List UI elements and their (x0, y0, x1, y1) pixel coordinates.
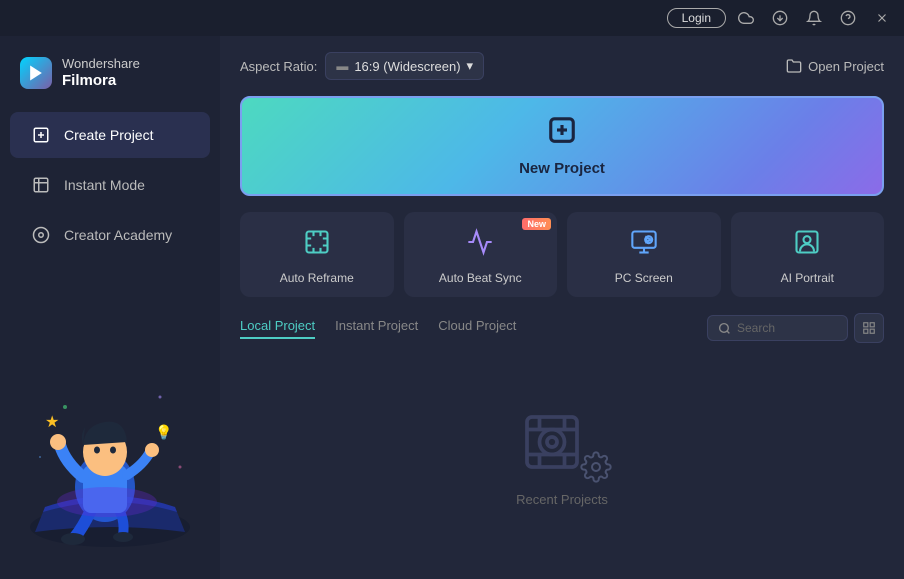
new-badge: New (522, 218, 551, 230)
close-button[interactable] (868, 4, 896, 32)
login-button[interactable]: Login (667, 8, 726, 28)
aspect-ratio-label: Aspect Ratio: (240, 59, 317, 74)
recent-projects-label: Recent Projects (516, 492, 608, 507)
auto-reframe-icon (303, 228, 331, 263)
creator-academy-icon (30, 224, 52, 246)
instant-mode-icon (30, 174, 52, 196)
auto-reframe-card[interactable]: Auto Reframe (240, 212, 394, 297)
instant-mode-label: Instant Mode (64, 177, 145, 193)
bell-icon[interactable] (800, 4, 828, 32)
download-icon[interactable] (766, 4, 794, 32)
folder-icon (786, 58, 802, 74)
project-tabs: Local Project Instant Project Cloud Proj… (240, 318, 516, 339)
product-name: Filmora (62, 72, 140, 90)
ai-portrait-label: AI Portrait (781, 271, 834, 285)
logo-area: Wondershare Filmora (0, 48, 220, 110)
auto-reframe-label: Auto Reframe (280, 271, 354, 285)
svg-text:💡: 💡 (155, 424, 172, 441)
tab-local-project[interactable]: Local Project (240, 318, 315, 339)
open-project-button[interactable]: Open Project (786, 58, 884, 74)
quick-actions: Auto Reframe New Auto Beat Sync PC Scree… (240, 212, 884, 297)
projects-header: Local Project Instant Project Cloud Proj… (240, 313, 884, 343)
aspect-ratio-group: Aspect Ratio: ▬ 16:9 (Widescreen) ▾ (240, 52, 484, 80)
aspect-ratio-value: 16:9 (Widescreen) (354, 59, 460, 74)
sidebar-item-creator-academy[interactable]: Creator Academy (10, 212, 210, 258)
auto-beat-sync-card[interactable]: New Auto Beat Sync (404, 212, 558, 297)
create-project-icon (30, 124, 52, 146)
monitor-icon: ▬ (336, 59, 348, 73)
ai-portrait-card[interactable]: AI Portrait (731, 212, 885, 297)
auto-beat-sync-label: Auto Beat Sync (439, 271, 522, 285)
auto-beat-sync-icon (466, 228, 494, 263)
brand-name: Wondershare (62, 56, 140, 72)
tab-cloud-project[interactable]: Cloud Project (438, 318, 516, 339)
grid-view-button[interactable] (854, 313, 884, 343)
main-layout: Wondershare Filmora Create Project Insta… (0, 36, 904, 579)
logo-icon (20, 57, 52, 89)
projects-section: Local Project Instant Project Cloud Proj… (240, 313, 884, 563)
film-icon-wrap (522, 412, 602, 482)
chevron-down-icon: ▾ (467, 58, 474, 74)
new-project-label: New Project (519, 160, 605, 177)
search-bar (707, 313, 884, 343)
sidebar-illustration: ★ 💡 (0, 347, 220, 567)
titlebar: Login (0, 0, 904, 36)
creator-academy-label: Creator Academy (64, 227, 172, 243)
svg-text:★: ★ (45, 414, 59, 431)
new-project-plus-icon (547, 115, 577, 152)
new-project-banner[interactable]: New Project (240, 96, 884, 196)
content-area: Aspect Ratio: ▬ 16:9 (Widescreen) ▾ Open… (220, 36, 904, 579)
topbar: Aspect Ratio: ▬ 16:9 (Widescreen) ▾ Open… (240, 52, 884, 80)
tab-instant-project[interactable]: Instant Project (335, 318, 418, 339)
empty-state: Recent Projects (240, 355, 884, 563)
cloud-icon[interactable] (732, 4, 760, 32)
create-project-label: Create Project (64, 127, 153, 143)
logo-text: Wondershare Filmora (62, 56, 140, 90)
pc-screen-icon (630, 228, 658, 263)
ai-portrait-icon (793, 228, 821, 263)
open-project-label: Open Project (808, 59, 884, 74)
sidebar: Wondershare Filmora Create Project Insta… (0, 36, 220, 579)
aspect-ratio-dropdown[interactable]: ▬ 16:9 (Widescreen) ▾ (325, 52, 484, 80)
search-input-wrap[interactable] (707, 315, 848, 341)
pc-screen-label: PC Screen (615, 271, 673, 285)
sidebar-item-instant-mode[interactable]: Instant Mode (10, 162, 210, 208)
film-reel-icon (522, 412, 582, 485)
question-icon[interactable] (834, 4, 862, 32)
gear-overlay-icon (580, 451, 612, 490)
search-icon (718, 322, 731, 335)
search-input[interactable] (737, 321, 837, 335)
pc-screen-card[interactable]: PC Screen (567, 212, 721, 297)
sidebar-item-create-project[interactable]: Create Project (10, 112, 210, 158)
